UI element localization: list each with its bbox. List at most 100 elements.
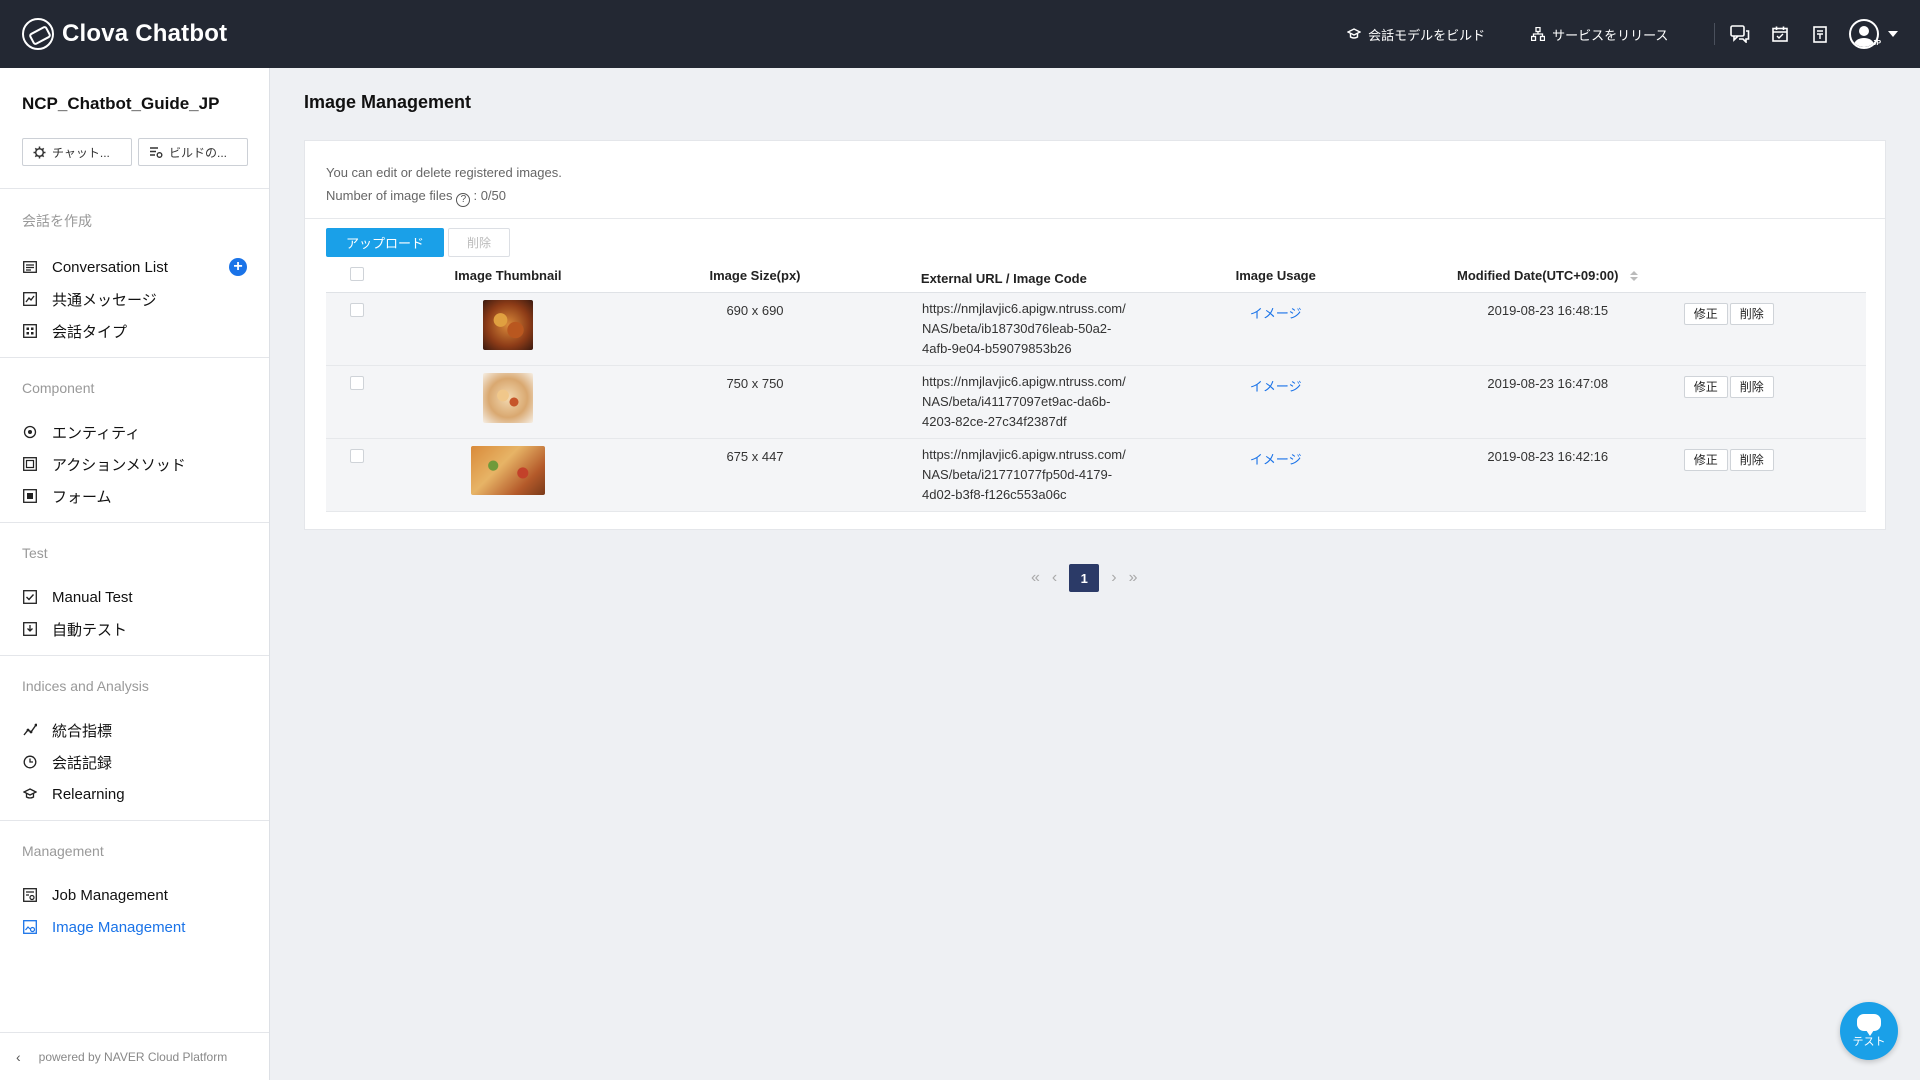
- graduation-cap-icon: [22, 786, 38, 802]
- action-bar: アップロード 削除: [305, 219, 1885, 259]
- info-count-line: Number of image files?: 0/50: [326, 188, 506, 207]
- sidebar-item-entity[interactable]: エンティティ: [0, 416, 269, 448]
- row-checkbox[interactable]: [350, 448, 364, 463]
- col-usage: Image Usage: [1235, 268, 1316, 284]
- message-box-icon: [22, 291, 38, 307]
- delete-button[interactable]: 削除: [1729, 448, 1774, 471]
- section-analysis: Indices and Analysis 統合指標 会話記録 Relearnin…: [0, 655, 269, 820]
- project-buttons: チャット... ビルドの...: [0, 138, 269, 166]
- sidebar-item-label: Image Management: [52, 918, 186, 936]
- sidebar-item-image-management[interactable]: Image Management: [0, 911, 269, 943]
- info-count-value: 0/50: [480, 188, 506, 203]
- url-line: 4203-82ce-27c34f2387df: [922, 413, 1067, 429]
- document-icon[interactable]: [1809, 23, 1831, 45]
- modified-date: 2019-08-23 16:47:08: [1487, 375, 1609, 391]
- row-checkbox[interactable]: [350, 375, 364, 390]
- row-checkbox[interactable]: [350, 302, 364, 317]
- upload-button[interactable]: アップロード: [326, 228, 444, 257]
- col-url: External URL / Image Code: [920, 270, 1087, 286]
- build-settings-button[interactable]: ビルドの...: [138, 138, 248, 166]
- image-table: Image Thumbnail Image Size(px) External …: [326, 260, 1866, 512]
- image-usage-link[interactable]: イメージ: [1250, 306, 1302, 321]
- calendar-icon[interactable]: [1769, 23, 1791, 45]
- col-thumbnail: Image Thumbnail: [454, 268, 562, 284]
- build-settings-label: ビルドの...: [169, 145, 228, 160]
- image-usage-link[interactable]: イメージ: [1250, 452, 1302, 467]
- image-size: 675 x 447: [726, 448, 784, 464]
- delete-button[interactable]: 削除: [1729, 302, 1774, 325]
- image-thumbnail[interactable]: [483, 299, 533, 350]
- sidebar-item-common-message[interactable]: 共通メッセージ: [0, 283, 269, 315]
- section-create-title: 会話を作成: [22, 213, 92, 229]
- release-service-button[interactable]: サービスをリリース: [1531, 25, 1668, 44]
- edit-button[interactable]: 修正: [1683, 448, 1728, 471]
- col-actions: [1670, 260, 1866, 292]
- sidebar-item-manual-test[interactable]: Manual Test: [0, 581, 269, 613]
- sidebar-item-form[interactable]: フォーム: [0, 480, 269, 512]
- sidebar-item-integrated-indicators[interactable]: 統合指標: [0, 714, 269, 746]
- sidebar: NCP_Chatbot_Guide_JP チャット... ビルドの... 会話を…: [0, 68, 270, 1080]
- last-page-icon[interactable]: »: [1129, 569, 1138, 587]
- edit-button[interactable]: 修正: [1683, 302, 1728, 325]
- clock-icon: [22, 754, 38, 770]
- sidebar-item-auto-test[interactable]: 自動テスト: [0, 613, 269, 645]
- add-conversation-icon[interactable]: +: [229, 258, 247, 276]
- url-line: NAS/beta/i41177097et9ac-da6b-: [922, 393, 1111, 409]
- build-model-button[interactable]: 会話モデルをビルド: [1347, 25, 1485, 44]
- table-header-row: Image Thumbnail Image Size(px) External …: [326, 260, 1866, 292]
- url-line: https://nmjlavjic6.apigw.ntruss.com/: [922, 446, 1126, 462]
- collapse-sidebar-icon[interactable]: ‹: [16, 1049, 21, 1065]
- chat-bubbles-icon[interactable]: [1729, 23, 1751, 45]
- chat-settings-button[interactable]: チャット...: [22, 138, 132, 166]
- brand[interactable]: Clova Chatbot: [22, 18, 227, 50]
- edit-button[interactable]: 修正: [1683, 375, 1728, 398]
- table-row: 690 x 690 https://nmjlavjic6.apigw.ntrus…: [326, 292, 1866, 365]
- table-row: 675 x 447 https://nmjlavjic6.apigw.ntrus…: [326, 438, 1866, 511]
- sidebar-item-action-method[interactable]: アクションメソッド: [0, 448, 269, 480]
- section-component-title: Component: [22, 380, 95, 396]
- page-title: Image Management: [304, 92, 472, 112]
- next-page-icon[interactable]: ›: [1111, 569, 1116, 587]
- chat-settings-label: チャット...: [52, 145, 110, 160]
- image-thumbnail[interactable]: [483, 372, 533, 423]
- url-line: NAS/beta/ib18730d76leab-50a2-: [922, 320, 1112, 336]
- sidebar-item-conversation-list[interactable]: Conversation List +: [0, 251, 269, 283]
- sidebar-item-label: Relearning: [52, 785, 125, 803]
- delete-button[interactable]: 削除: [1729, 375, 1774, 398]
- prev-page-icon[interactable]: ‹: [1052, 569, 1057, 587]
- image-panel: You can edit or delete registered images…: [304, 140, 1886, 530]
- image-usage-link[interactable]: イメージ: [1250, 379, 1302, 394]
- pagination: « ‹ 1 › »: [1031, 564, 1137, 592]
- sidebar-item-job-management[interactable]: Job Management: [0, 879, 269, 911]
- sitemap-icon: [1531, 27, 1546, 41]
- url-line: https://nmjlavjic6.apigw.ntruss.com/: [922, 300, 1126, 316]
- section-component: Component エンティティ アクションメソッド フォーム: [0, 357, 269, 522]
- job-settings-icon: [22, 887, 38, 903]
- sidebar-item-conversation-log[interactable]: 会話記録: [0, 746, 269, 778]
- url-line: 4d02-b3f8-f126c553a06c: [922, 486, 1067, 502]
- select-all-checkbox[interactable]: [350, 267, 364, 282]
- info-description: You can edit or delete registered images…: [326, 165, 562, 180]
- top-actions: 会話モデルをビルド サービスをリリース JP: [1347, 0, 1920, 68]
- sidebar-item-label: Job Management: [52, 886, 168, 904]
- build-model-label: 会話モデルをビルド: [1368, 27, 1486, 43]
- image-thumbnail[interactable]: [471, 445, 545, 495]
- info-box: You can edit or delete registered images…: [305, 141, 1885, 219]
- divider: [1714, 23, 1716, 45]
- test-chat-button[interactable]: テスト: [1840, 1002, 1898, 1060]
- help-icon[interactable]: ?: [456, 193, 471, 207]
- target-icon: [22, 424, 38, 440]
- modified-date: 2019-08-23 16:48:15: [1487, 302, 1609, 318]
- user-menu[interactable]: JP: [1849, 19, 1898, 49]
- sort-icon[interactable]: [1630, 271, 1639, 282]
- sidebar-item-conversation-type[interactable]: 会話タイプ: [0, 315, 269, 347]
- col-date[interactable]: Modified Date(UTC+09:00): [1426, 260, 1670, 292]
- first-page-icon[interactable]: «: [1031, 569, 1040, 587]
- bulk-delete-button[interactable]: 削除: [448, 228, 510, 257]
- page-number[interactable]: 1: [1069, 564, 1100, 592]
- sidebar-item-relearning[interactable]: Relearning: [0, 778, 269, 810]
- section-management-title: Management: [22, 843, 104, 859]
- checkbox-icon: [22, 589, 38, 605]
- clova-logo-icon: [22, 18, 54, 50]
- grid-icon: [22, 323, 38, 339]
